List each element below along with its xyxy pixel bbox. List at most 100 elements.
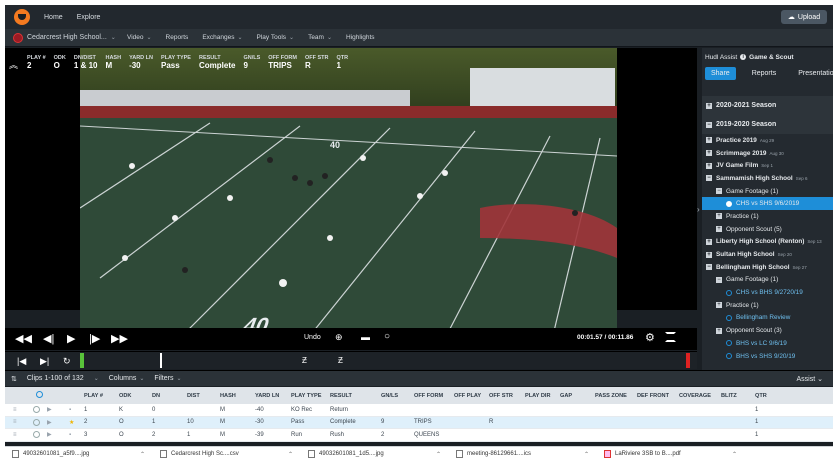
menu-team[interactable]: Team ⌄ (308, 34, 332, 41)
table-cell[interactable]: 1 (755, 432, 758, 438)
collapse-up-icon[interactable]: ︽ (9, 58, 18, 71)
column-header[interactable]: RESULT (330, 393, 352, 399)
column-header[interactable]: DN (152, 393, 160, 399)
play-icon[interactable]: ▶ (47, 419, 52, 426)
clips-dropdown[interactable]: ⌄ (94, 375, 99, 382)
expand-icon[interactable]: + (706, 102, 712, 109)
sort-icon[interactable]: ⇅ (11, 375, 17, 383)
skip-start-icon[interactable]: |◀ (17, 356, 26, 367)
radio-icon[interactable] (726, 200, 732, 207)
table-cell[interactable]: Complete (330, 419, 356, 425)
filters-button[interactable]: Filters ⌄ (154, 375, 181, 382)
clip-item[interactable]: CHS vs BHS 9/2720/19 (702, 286, 833, 299)
download-item[interactable]: Cedarcrest High Sc....csv ⌃ (153, 450, 301, 458)
undo-button[interactable]: Undo (304, 334, 321, 341)
tab-presentation[interactable]: Presentation (792, 67, 833, 80)
table-cell[interactable]: KO Rec (291, 407, 312, 413)
table-cell[interactable]: 3 (84, 432, 87, 438)
column-header[interactable]: HASH (220, 393, 236, 399)
tab-share[interactable]: Share (705, 67, 736, 80)
tag-icon[interactable]: ▪ (69, 432, 71, 438)
radio-icon[interactable] (726, 353, 732, 360)
menu-reports[interactable]: Reports (166, 34, 189, 41)
nav-home[interactable]: Home (44, 14, 63, 21)
table-cell[interactable]: -39 (255, 432, 264, 438)
radio-icon[interactable] (726, 289, 732, 296)
row-checkbox[interactable] (33, 418, 40, 426)
fast-forward-icon[interactable]: ▶▶ (111, 332, 128, 345)
table-cell[interactable]: O (119, 419, 124, 425)
table-cell[interactable]: -40 (255, 407, 264, 413)
column-header[interactable]: QTR (755, 393, 767, 399)
column-header[interactable]: PLAY # (84, 393, 103, 399)
subfolder-item[interactable]: − Game Footage (1) (702, 274, 833, 287)
table-cell[interactable]: 9 (381, 419, 384, 425)
folder-item[interactable]: + Sultan High School Sep 20 (702, 248, 833, 261)
table-cell[interactable]: 1 (84, 407, 87, 413)
download-item[interactable]: 49032601081_a5f9....jpg ⌃ (5, 450, 153, 458)
timeline-end-marker[interactable] (686, 353, 690, 368)
radio-icon[interactable] (726, 340, 732, 347)
table-cell[interactable]: Run (291, 432, 302, 438)
video-player[interactable]: 30 40 50 40 ︽ PLAY #2 ODKO DN/DIST1 & 10… (5, 48, 697, 348)
expand-icon[interactable]: + (706, 137, 712, 144)
table-cell[interactable]: Pass (291, 419, 304, 425)
collapse-icon[interactable]: − (706, 121, 712, 128)
folder-item[interactable]: − Sammamish High School Sep 6 (702, 172, 833, 185)
info-icon[interactable]: i (740, 54, 747, 60)
refresh-icon[interactable]: ↻ (63, 356, 71, 367)
step-forward-icon[interactable]: |▶ (89, 332, 100, 345)
column-header[interactable]: OFF PLAY (454, 393, 481, 399)
table-cell[interactable]: O (119, 432, 124, 438)
rewind-icon[interactable]: ◀◀ (15, 332, 32, 345)
chevron-up-icon[interactable]: ⌃ (436, 451, 441, 458)
column-header[interactable]: GAP (560, 393, 572, 399)
comment-icon[interactable]: ▬ (361, 332, 370, 342)
menu-exchanges[interactable]: Exchanges ⌄ (202, 34, 242, 41)
table-cell[interactable]: 1 (152, 419, 155, 425)
column-header[interactable]: ODK (119, 393, 131, 399)
download-item[interactable]: 49032601081_1d5....jpg ⌃ (301, 450, 449, 458)
subfolder-item[interactable]: + Practice (1) (702, 210, 833, 223)
table-cell[interactable]: 0 (152, 407, 155, 413)
columns-button[interactable]: Columns ⌄ (109, 375, 145, 382)
download-item[interactable]: LaRiviere 3SB to B....pdf ⌃ (597, 450, 745, 458)
expand-icon[interactable]: + (706, 238, 712, 245)
timeline-playhead[interactable] (160, 353, 162, 368)
chevron-up-icon[interactable]: ⌃ (140, 451, 145, 458)
select-all-checkbox[interactable] (36, 391, 43, 398)
nav-explore[interactable]: Explore (77, 14, 101, 21)
column-header[interactable]: OFF STR (489, 393, 513, 399)
menu-play-tools[interactable]: Play Tools ⌄ (257, 34, 295, 41)
table-cell[interactable]: 1 (187, 432, 190, 438)
table-row[interactable]: ≡ ▶ ▪ 3 O 2 1 M -39 Run Rush 2 QUEENS 1 (5, 429, 833, 442)
table-cell[interactable]: Rush (330, 432, 344, 438)
chevron-up-icon[interactable]: ⌃ (584, 451, 589, 458)
folder-item[interactable]: + Liberty High School (Renton) Sep 13 (702, 236, 833, 249)
folder-item[interactable]: − Bellingham High School Sep 27 (702, 261, 833, 274)
play-icon[interactable]: ▶ (47, 406, 52, 413)
column-header[interactable]: DIST (187, 393, 200, 399)
column-header[interactable]: PASS ZONE (595, 393, 627, 399)
drag-handle-icon[interactable]: ≡ (13, 419, 17, 425)
radio-icon[interactable] (726, 314, 732, 321)
collapse-icon[interactable]: − (706, 264, 712, 271)
team-selector[interactable]: Cedarcrest High School... ⌄ (13, 32, 127, 43)
play-icon[interactable]: ▶ (47, 431, 52, 438)
collapse-icon[interactable]: − (716, 276, 722, 283)
subfolder-item[interactable]: − Game Footage (1) (702, 185, 833, 198)
expand-icon[interactable]: + (706, 251, 712, 258)
tab-reports[interactable]: Reports (746, 67, 783, 80)
table-cell[interactable]: 1 (755, 419, 758, 425)
table-cell[interactable]: -30 (255, 419, 264, 425)
assist-button[interactable]: Assist ⌄ (797, 375, 823, 383)
table-cell[interactable]: 10 (187, 419, 194, 425)
circle-tool-icon[interactable]: ○ (384, 331, 390, 342)
pointer-tool-icon[interactable]: ⊕ (335, 332, 343, 343)
tag-icon[interactable]: ▪ (69, 407, 71, 413)
expand-icon[interactable]: + (716, 302, 722, 309)
table-cell[interactable]: K (119, 407, 123, 413)
chevron-right-icon[interactable]: › (697, 205, 700, 214)
collapse-icon[interactable]: − (706, 175, 712, 182)
expand-icon[interactable]: + (706, 150, 712, 157)
